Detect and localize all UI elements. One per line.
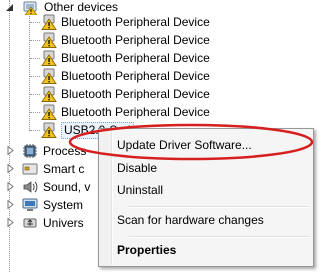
tree-line: [30, 130, 40, 131]
tree-item-category[interactable]: Smart c: [0, 160, 100, 178]
expand-arrow-icon[interactable]: [6, 182, 15, 191]
category-label: Sound, v: [43, 180, 91, 194]
category-label: Process: [43, 144, 87, 158]
tree-line: [30, 40, 40, 41]
tree-item-category[interactable]: Sound, v: [0, 178, 100, 196]
menu-item-disable[interactable]: Disable: [101, 157, 311, 179]
device-label: Bluetooth Peripheral Device: [61, 15, 210, 29]
device-item[interactable]: Bluetooth Peripheral Device: [0, 103, 327, 121]
warning-device-icon: [41, 50, 57, 66]
category-label: Smart c: [43, 162, 85, 176]
smart-card-icon: [22, 161, 38, 177]
warning-device-icon: [41, 14, 57, 30]
warning-device-icon: [41, 104, 57, 120]
category-label: System: [43, 198, 84, 212]
system-device-icon: [22, 197, 38, 213]
device-item[interactable]: Bluetooth Peripheral Device: [0, 31, 327, 49]
speaker-icon: [22, 179, 38, 195]
device-label: Bluetooth Peripheral Device: [61, 51, 210, 65]
device-label: Bluetooth Peripheral Device: [61, 33, 210, 47]
device-label: Bluetooth Peripheral Device: [61, 105, 210, 119]
tree-line: [30, 94, 40, 95]
tree-item-category[interactable]: Process: [0, 142, 100, 160]
device-item[interactable]: Bluetooth Peripheral Device: [0, 85, 327, 103]
tree-line: [30, 58, 40, 59]
expand-arrow-icon[interactable]: [6, 218, 15, 227]
tree-item-category[interactable]: Univers: [0, 214, 100, 232]
device-label: Bluetooth Peripheral Device: [61, 69, 210, 83]
context-menu: Update Driver Software... Disable Uninst…: [98, 128, 314, 267]
expand-arrow-icon[interactable]: [6, 164, 15, 173]
warning-device-icon: [41, 32, 57, 48]
usb-controller-icon: [22, 215, 38, 231]
device-label: Bluetooth Peripheral Device: [61, 87, 210, 101]
tree-line: [30, 22, 40, 23]
processor-icon: [22, 143, 38, 159]
tree-item-category[interactable]: System: [0, 196, 100, 214]
menu-item-properties[interactable]: Properties: [101, 239, 311, 261]
warning-device-icon: [41, 68, 57, 84]
device-item[interactable]: Bluetooth Peripheral Device: [0, 13, 327, 31]
collapse-arrow-icon[interactable]: [5, 3, 14, 12]
tree-line: [30, 76, 40, 77]
device-item[interactable]: Bluetooth Peripheral Device: [0, 49, 327, 67]
category-label: Univers: [43, 216, 84, 230]
expand-arrow-icon[interactable]: [6, 146, 15, 155]
menu-separator: [129, 206, 309, 208]
menu-item-scan-hardware[interactable]: Scan for hardware changes: [101, 209, 311, 231]
menu-separator: [129, 236, 309, 238]
warning-device-icon: [41, 86, 57, 102]
tree-line: [30, 112, 40, 113]
menu-item-uninstall[interactable]: Uninstall: [101, 179, 311, 201]
device-item[interactable]: Bluetooth Peripheral Device: [0, 67, 327, 85]
menu-item-update-driver[interactable]: Update Driver Software...: [101, 134, 311, 156]
warning-device-icon: [41, 122, 57, 138]
expand-arrow-icon[interactable]: [6, 200, 15, 209]
